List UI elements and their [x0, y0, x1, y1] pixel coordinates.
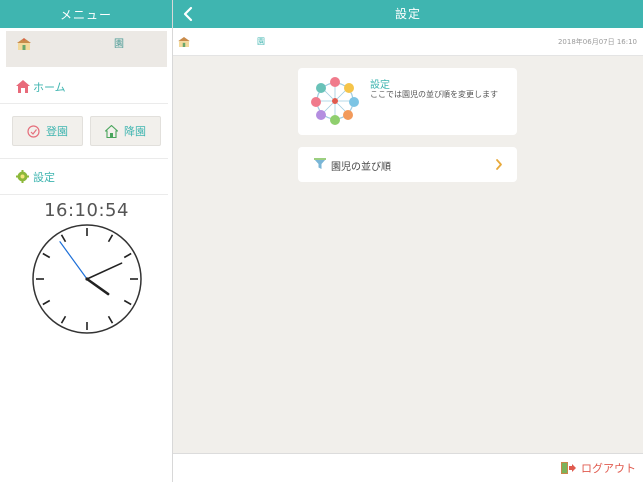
- info-card-description: ここでは園児の並び順を変更します: [370, 90, 498, 99]
- datetime-label: 2018年06月07日 16:10: [557, 38, 637, 46]
- sidebar-header: メニュー: [0, 0, 172, 28]
- gear-icon: [16, 170, 29, 183]
- logout-label: ログアウト: [581, 462, 636, 475]
- child-sort-order-label: 園児の並び順: [331, 162, 391, 173]
- page-title: 設定: [394, 7, 421, 21]
- sidebar-title: メニュー: [59, 7, 112, 22]
- sub-bar-school-name: 園: [257, 37, 265, 46]
- footer-bar: ログアウト: [173, 453, 643, 482]
- child-sort-order-item[interactable]: 園児の並び順: [298, 147, 517, 182]
- sidebar: メニュー 園 ホーム 登園 降園 設定 16:10:54: [0, 0, 173, 482]
- sidebar-item-home-label: ホーム: [33, 80, 66, 94]
- attendance-buttons: 登園 降園: [0, 105, 168, 159]
- school-building-icon: [178, 37, 190, 47]
- funnel-icon: [314, 158, 326, 169]
- check-in-icon: [27, 124, 40, 138]
- main-header: 設定: [173, 0, 643, 28]
- check-out-label: 降園: [124, 125, 146, 138]
- check-out-button[interactable]: 降園: [90, 116, 161, 146]
- logout-door-icon: [561, 462, 576, 474]
- clock-center: [85, 277, 89, 281]
- logout-button[interactable]: ログアウト: [560, 460, 636, 476]
- sidebar-item-settings-label: 設定: [33, 170, 55, 184]
- chevron-right-icon: [496, 159, 502, 170]
- analog-clock: [32, 224, 142, 334]
- sub-bar: 園 2018年06月07日 16:10: [173, 28, 643, 56]
- school-selector[interactable]: 園: [6, 31, 167, 67]
- sidebar-item-settings[interactable]: 設定: [0, 159, 168, 195]
- check-in-label: 登園: [46, 125, 68, 138]
- digital-clock: 16:10:54: [44, 200, 129, 221]
- settings-info-card: 設定 ここでは園児の並び順を変更します: [298, 68, 517, 135]
- school-building-icon: [17, 38, 31, 50]
- home-icon: [16, 80, 30, 93]
- sidebar-item-home[interactable]: ホーム: [0, 70, 168, 104]
- school-name: 園: [114, 39, 124, 50]
- ferris-wheel-icon: [311, 77, 359, 125]
- check-out-home-icon: [105, 124, 118, 138]
- check-in-button[interactable]: 登園: [12, 116, 83, 146]
